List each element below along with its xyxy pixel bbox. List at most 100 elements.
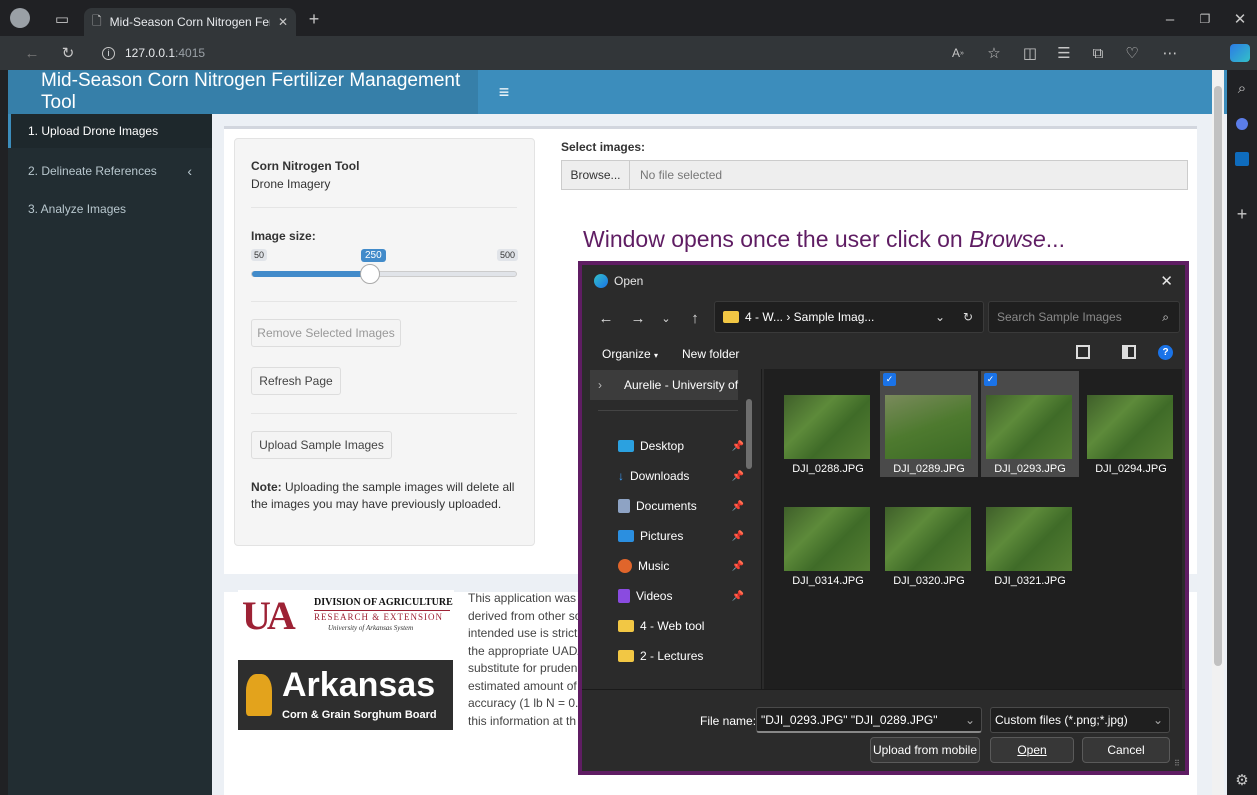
footer-line: estimated amount of [468,678,577,693]
address-dropdown-icon[interactable]: ⌄ [935,310,945,324]
restore-icon[interactable]: ❐ [1195,9,1215,29]
organize-menu[interactable]: Organize ▾ [602,347,658,361]
slider-handle[interactable] [360,264,380,284]
app-title[interactable]: Mid-Season Corn Nitrogen Fertilizer Mana… [8,70,478,114]
pin-icon: 📌 [731,500,744,512]
upload-from-mobile-button[interactable]: Upload from mobile [870,737,980,763]
filename-input[interactable]: "DJI_0293.JPG" "DJI_0289.JPG" ⌄ [756,707,982,733]
back-icon[interactable]: ← [22,43,42,63]
browser-tab[interactable]: 🗋 Mid-Season Corn Nitrogen Fertili ✕ [84,8,296,36]
note-line-1: Uploading the sample images will delete … [281,480,515,494]
page-scrollbar[interactable] [1212,70,1224,795]
file-thumb-0288[interactable]: DJI_0288.JPG [779,371,877,477]
file-name: DJI_0289.JPG [893,463,965,475]
nav-item-videos[interactable]: Videos 📌 [590,581,750,611]
dialog-close-icon[interactable]: ✕ [1160,272,1173,290]
favorites-list-icon[interactable]: ☰ [1054,43,1074,63]
help-icon[interactable]: ? [1158,345,1173,360]
dialog-search-input[interactable]: Search Sample Images ⌕ [988,301,1180,333]
checkbox-checked-icon[interactable]: ✓ [984,373,997,386]
nav-item-downloads[interactable]: ↓ Downloads 📌 [590,461,750,491]
new-folder-button[interactable]: New folder [682,347,739,361]
profile-avatar[interactable] [10,8,30,28]
add-sidebar-icon[interactable]: + [1232,204,1252,224]
footer-line: accuracy (1 lb N = 0.4 [468,696,586,710]
dialog-forward-icon[interactable]: → [628,305,648,331]
annotation-emphasis: Browse [969,226,1046,252]
preview-pane-icon[interactable] [1122,345,1136,359]
image-thumbnail [885,507,971,571]
address-field[interactable]: i 127.0.0.1:4015 [92,40,972,66]
filename-dropdown-icon[interactable]: ⌄ [965,713,975,727]
file-input[interactable]: Browse... No file selected [561,160,1188,190]
minimize-icon[interactable]: – [1160,9,1180,29]
remove-selected-button[interactable]: Remove Selected Images [251,319,401,347]
menu-hamburger-icon[interactable]: ≡ [492,80,516,104]
copilot-icon[interactable] [1230,44,1250,62]
more-icon[interactable]: ⋯ [1160,43,1180,63]
new-tab-icon[interactable]: + [304,9,324,29]
divider [251,207,517,208]
panel-subheading: Drone Imagery [251,177,331,191]
view-options-icon[interactable] [1076,345,1090,359]
file-thumb-0294[interactable]: DJI_0294.JPG [1082,371,1180,477]
cancel-button[interactable]: Cancel [1082,737,1170,763]
dialog-up-icon[interactable]: ↑ [686,305,704,331]
health-icon[interactable]: ♡ [1122,43,1142,63]
upload-sample-button[interactable]: Upload Sample Images [251,431,392,459]
file-thumb-0321[interactable]: DJI_0321.JPG [981,483,1079,589]
favorite-star-icon[interactable]: ☆ [984,43,1004,63]
sidebar-item-label: 1. Upload Drone Images [28,124,159,138]
address-refresh-icon[interactable]: ↻ [963,310,973,324]
nav-item-onedrive[interactable]: › Aurelie - University of [590,370,738,400]
footer-description: This application was d derived from othe… [468,590,586,730]
arkansas-subtitle: Corn & Grain Sorghum Board [282,709,437,721]
dialog-address-bar[interactable]: 4 - W... › Sample Imag... ⌄ ↻ [714,301,984,333]
nav-item-pictures[interactable]: Pictures 📌 [590,521,750,551]
checkbox-checked-icon[interactable]: ✓ [883,373,896,386]
info-icon[interactable]: i [102,46,115,60]
nav-item-web-tool[interactable]: 4 - Web tool [590,611,750,641]
uada-logo: UA DIVISION OF AGRICULTURE RESEARCH & EX… [238,590,454,646]
file-thumb-0320[interactable]: DJI_0320.JPG [880,483,978,589]
settings-gear-icon[interactable]: ⚙ [1232,770,1252,790]
open-button[interactable]: Open [990,737,1074,763]
nav-item-documents[interactable]: Documents 📌 [590,491,750,521]
image-size-slider[interactable] [251,264,517,284]
sidebar-item-upload[interactable]: 1. Upload Drone Images [8,114,212,148]
read-aloud-icon[interactable]: A» [948,43,968,63]
dialog-recent-chevron-icon[interactable]: ⌄ [658,305,674,331]
reload-icon[interactable]: ↻ [58,43,78,63]
resize-grip-icon[interactable]: ⠿ [1174,759,1180,768]
copilot-sidebar-icon[interactable] [1236,118,1248,130]
file-thumb-0293[interactable]: ✓ DJI_0293.JPG [981,371,1079,477]
divider [251,413,517,414]
split-screen-icon[interactable]: ◫ [1020,43,1040,63]
uada-line-3: University of Arkansas System [328,624,414,632]
footer-line: This application was d [468,591,587,605]
scrollbar-thumb[interactable] [1214,86,1222,666]
nav-item-lectures[interactable]: 2 - Lectures [590,641,750,671]
close-tab-icon[interactable]: ✕ [278,15,288,29]
corn-icon [246,674,272,716]
sidebar-item-delineate[interactable]: 2. Delineate References ‹ [8,154,212,188]
pin-icon: 📌 [731,590,744,602]
nav-item-desktop[interactable]: Desktop 📌 [590,431,750,461]
sidebar-item-analyze[interactable]: 3. Analyze Images [8,192,212,226]
file-thumb-0289[interactable]: ✓ DJI_0289.JPG [880,371,978,477]
dialog-back-icon[interactable]: ← [596,305,616,331]
search-icon[interactable]: ⌕ [1232,78,1252,98]
tab-actions-icon[interactable]: ▭ [52,9,72,29]
close-window-icon[interactable]: ✕ [1230,9,1250,29]
collections-icon[interactable]: ⧉ [1088,43,1108,63]
browse-button[interactable]: Browse... [562,161,630,189]
nav-item-label: Videos [636,589,673,603]
pin-icon: 📌 [731,530,744,542]
nav-item-music[interactable]: Music 📌 [590,551,750,581]
refresh-page-button[interactable]: Refresh Page [251,367,341,395]
folder-icon [618,650,634,662]
outlook-icon[interactable] [1235,152,1249,166]
file-thumb-0314[interactable]: DJI_0314.JPG [779,483,877,589]
filetype-select[interactable]: Custom files (*.png;*.jpg) ⌄ [990,707,1170,733]
app-header: Mid-Season Corn Nitrogen Fertilizer Mana… [8,70,1227,114]
